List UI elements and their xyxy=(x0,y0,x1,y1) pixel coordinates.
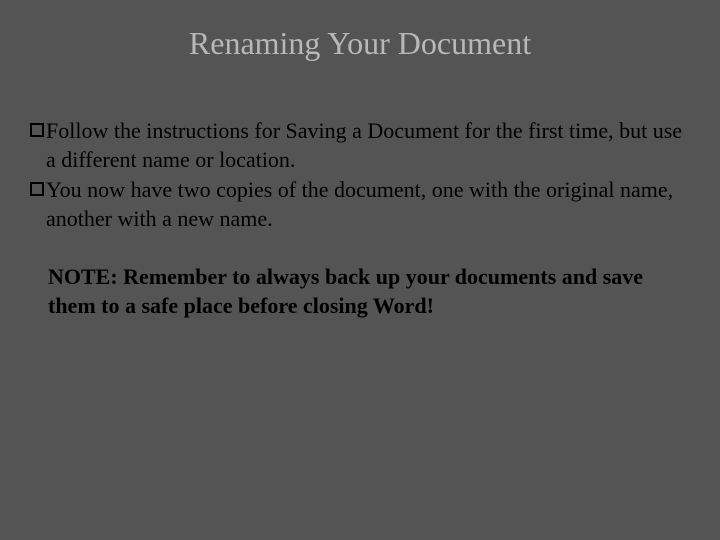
square-bullet-icon xyxy=(30,123,44,137)
list-item: You now have two copies of the document,… xyxy=(30,176,690,233)
slide-title: Renaming Your Document xyxy=(30,25,690,62)
note-text: NOTE: Remember to always back up your do… xyxy=(48,263,690,320)
bullet-text: Follow the instructions for Saving a Doc… xyxy=(46,117,690,174)
square-bullet-icon xyxy=(30,182,44,196)
slide: Renaming Your Document Follow the instru… xyxy=(0,0,720,540)
list-item: Follow the instructions for Saving a Doc… xyxy=(30,117,690,174)
slide-content: Follow the instructions for Saving a Doc… xyxy=(30,117,690,321)
bullet-text: You now have two copies of the document,… xyxy=(46,176,690,233)
